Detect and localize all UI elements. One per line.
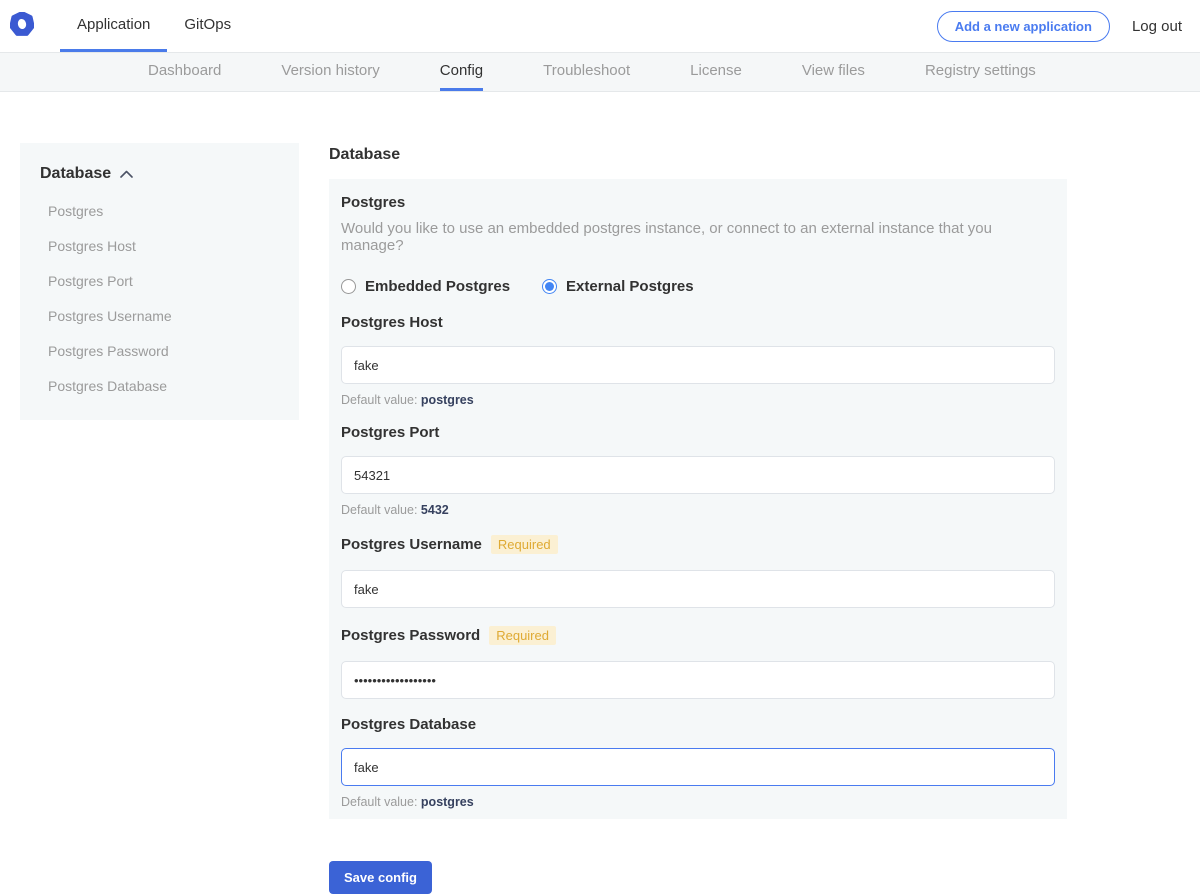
field-label: Postgres Username — [341, 537, 482, 552]
default-value-prefix: Default value: — [341, 795, 417, 809]
app-logo[interactable] — [10, 0, 34, 52]
field-label-row: Postgres Host — [341, 315, 1055, 330]
field-label: Postgres Password — [341, 628, 480, 643]
required-badge: Required — [491, 535, 558, 554]
sidebar-item-postgres-port[interactable]: Postgres Port — [48, 274, 279, 288]
page-title: Database — [329, 146, 1067, 164]
config-sidebar: Database Postgres Postgres Host Postgres… — [20, 143, 299, 420]
kots-logo-icon — [10, 12, 34, 41]
postgres-port-input[interactable] — [341, 456, 1055, 494]
postgres-password-input[interactable] — [341, 661, 1055, 699]
tab-view-files[interactable]: View files — [802, 53, 865, 91]
field-postgres-database: Postgres Database Default value: postgre… — [341, 717, 1055, 809]
default-value-prefix: Default value: — [341, 393, 417, 407]
radio-selected-icon — [542, 279, 557, 294]
default-value: postgres — [421, 795, 474, 809]
tab-registry-settings[interactable]: Registry settings — [925, 53, 1036, 91]
postgres-database-input[interactable] — [341, 748, 1055, 786]
header-right: Add a new application Log out — [937, 0, 1182, 52]
default-value-line: Default value: postgres — [341, 393, 1055, 407]
sidebar-group-database[interactable]: Database — [40, 165, 279, 183]
config-main: Database Postgres Would you like to use … — [329, 143, 1067, 894]
default-value-prefix: Default value: — [341, 503, 417, 517]
default-value-line: Default value: 5432 — [341, 503, 1055, 517]
field-postgres-password: Postgres Password Required — [341, 626, 1055, 699]
sidebar-item-postgres-password[interactable]: Postgres Password — [48, 344, 279, 358]
postgres-help-text: Would you like to use an embedded postgr… — [341, 220, 1055, 254]
header-spacer — [248, 0, 937, 52]
field-label-row: Postgres Password Required — [341, 626, 1055, 645]
chevron-up-icon — [120, 165, 133, 183]
sidebar-item-postgres-host[interactable]: Postgres Host — [48, 239, 279, 253]
field-label: Postgres Database — [341, 717, 476, 732]
radio-embedded-label: Embedded Postgres — [365, 278, 510, 295]
postgres-username-input[interactable] — [341, 570, 1055, 608]
radio-embedded-postgres[interactable]: Embedded Postgres — [341, 278, 510, 295]
field-label-row: Postgres Username Required — [341, 535, 1055, 554]
app-subnav: Dashboard Version history Config Trouble… — [0, 52, 1200, 92]
field-postgres-port: Postgres Port Default value: 5432 — [341, 425, 1055, 517]
tab-config[interactable]: Config — [440, 53, 483, 91]
tab-application[interactable]: Application — [60, 0, 167, 52]
header-tabs: Application GitOps — [60, 0, 248, 52]
top-header: Application GitOps Add a new application… — [0, 0, 1200, 52]
sidebar-item-postgres-database[interactable]: Postgres Database — [48, 379, 279, 393]
tab-gitops[interactable]: GitOps — [167, 0, 248, 52]
radio-unselected-icon — [341, 279, 356, 294]
logout-button[interactable]: Log out — [1132, 18, 1182, 35]
postgres-radio-group: Embedded Postgres External Postgres — [341, 278, 1055, 295]
group-title-postgres: Postgres — [341, 194, 1055, 211]
tab-dashboard[interactable]: Dashboard — [148, 53, 221, 91]
sidebar-group-label: Database — [40, 165, 111, 183]
default-value: 5432 — [421, 503, 449, 517]
default-value: postgres — [421, 393, 474, 407]
field-label-row: Postgres Port — [341, 425, 1055, 440]
add-new-application-button[interactable]: Add a new application — [937, 11, 1110, 42]
tab-version-history[interactable]: Version history — [281, 53, 379, 91]
required-badge: Required — [489, 626, 556, 645]
postgres-host-input[interactable] — [341, 346, 1055, 384]
tab-license[interactable]: License — [690, 53, 742, 91]
field-postgres-host: Postgres Host Default value: postgres — [341, 315, 1055, 407]
config-group-card: Postgres Would you like to use an embedd… — [329, 179, 1067, 819]
field-postgres-username: Postgres Username Required — [341, 535, 1055, 608]
field-label: Postgres Port — [341, 425, 439, 440]
default-value-line: Default value: postgres — [341, 795, 1055, 809]
radio-external-label: External Postgres — [566, 278, 694, 295]
field-label: Postgres Host — [341, 315, 443, 330]
sidebar-item-postgres[interactable]: Postgres — [48, 204, 279, 218]
content-area: Database Postgres Postgres Host Postgres… — [0, 92, 1200, 894]
sidebar-item-postgres-username[interactable]: Postgres Username — [48, 309, 279, 323]
tab-troubleshoot[interactable]: Troubleshoot — [543, 53, 630, 91]
save-config-button[interactable]: Save config — [329, 861, 432, 894]
radio-external-postgres[interactable]: External Postgres — [542, 278, 694, 295]
field-label-row: Postgres Database — [341, 717, 1055, 732]
